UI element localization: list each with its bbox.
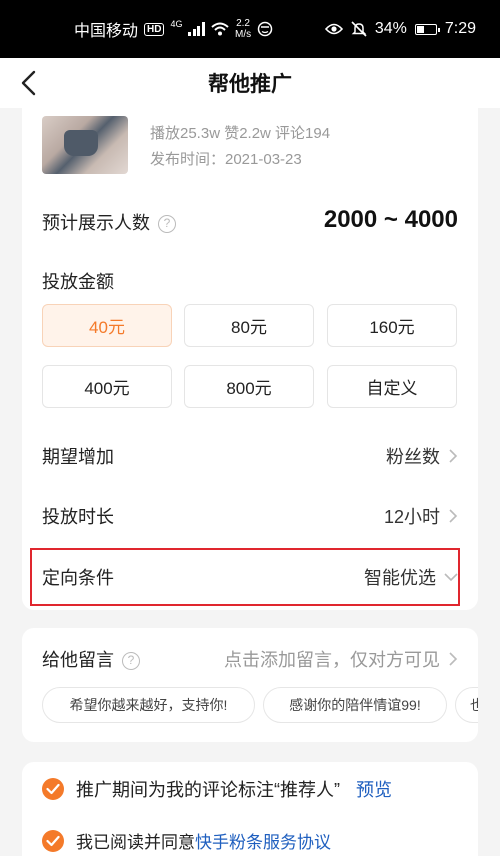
question-circle-icon[interactable]: ?	[122, 652, 140, 670]
message-row[interactable]: 给他留言? 点击添加留言，仅对方可见	[22, 637, 478, 681]
comment-tag-row[interactable]: 推广期间为我的评论标注“推荐人” 预览	[42, 776, 392, 802]
amount-option-400[interactable]: 400元	[42, 365, 172, 408]
duration-label: 投放时长	[42, 507, 114, 527]
video-thumbnail[interactable]	[42, 116, 128, 174]
message-chip[interactable]: 也	[455, 687, 478, 723]
face-icon	[257, 21, 273, 37]
agree-prefix: 我已阅读并同意	[76, 833, 195, 852]
signal-icon	[188, 22, 205, 36]
chevron-right-icon	[449, 652, 458, 666]
status-bar: 中国移动 HD 4G 2.2 M/s 34% 7:29	[0, 0, 500, 58]
battery-percent: 34%	[374, 20, 407, 37]
checkmark-icon[interactable]	[42, 778, 64, 800]
chevron-left-icon[interactable]	[14, 67, 46, 99]
duration-row[interactable]: 投放时长 12小时	[22, 494, 478, 538]
clock: 7:29	[444, 20, 476, 37]
targeting-highlight-box	[30, 548, 460, 606]
chevron-right-icon	[449, 509, 458, 523]
carrier-label: 中国移动	[74, 23, 139, 40]
preview-link[interactable]: 预览	[356, 776, 392, 802]
amount-option-40[interactable]: 40元	[42, 304, 172, 347]
service-agreement-link[interactable]: 快手粉条服务协议	[195, 828, 331, 853]
mute-icon	[351, 21, 367, 37]
video-stats: 播放25.3w 赞2.2w 评论194	[150, 125, 331, 142]
net-speed: 2.2 M/s	[234, 18, 252, 40]
battery-icon	[414, 23, 440, 35]
message-card: 给他留言? 点击添加留言，仅对方可见 希望你越来越好，支持你! 感谢你的陪伴情谊…	[22, 628, 478, 742]
amount-option-custom[interactable]: 自定义	[327, 365, 457, 408]
duration-value: 12小时	[383, 507, 440, 527]
wifi-icon	[211, 22, 229, 36]
chevron-right-icon	[449, 449, 458, 463]
nav-bar: 帮他推广	[0, 58, 500, 108]
audience-row: 预计展示人数?	[42, 209, 176, 235]
expected-gain-row[interactable]: 期望增加 粉丝数	[22, 434, 478, 478]
audience-range: 2000 ~ 4000	[323, 206, 458, 233]
audience-label: 预计展示人数	[42, 213, 150, 233]
hd-badge: HD	[144, 22, 165, 36]
page-title: 帮他推广	[208, 73, 292, 96]
eye-icon	[324, 22, 343, 36]
network-label: 4G	[170, 19, 183, 29]
comment-tag-label: 推广期间为我的评论标注“推荐人”	[76, 780, 340, 800]
agreement-card: 推广期间为我的评论标注“推荐人” 预览 我已阅读并同意 快手粉条服务协议	[22, 762, 478, 856]
message-label: 给他留言	[42, 650, 114, 670]
message-hint: 点击添加留言，仅对方可见	[224, 650, 440, 670]
expected-gain-label: 期望增加	[42, 447, 114, 467]
amount-label: 投放金额	[42, 272, 114, 292]
message-chip[interactable]: 希望你越来越好，支持你!	[42, 687, 255, 723]
amount-option-160[interactable]: 160元	[327, 304, 457, 347]
checkmark-icon[interactable]	[42, 829, 64, 852]
amount-option-800[interactable]: 800元	[184, 365, 314, 408]
amount-option-80[interactable]: 80元	[184, 304, 314, 347]
promotion-card: 播放25.3w 赞2.2w 评论194 发布时间：2021-03-23 预计展示…	[22, 108, 478, 610]
message-chip[interactable]: 感谢你的陪伴情谊99!	[263, 687, 447, 723]
agree-row[interactable]: 我已阅读并同意 快手粉条服务协议	[42, 828, 331, 853]
question-circle-icon[interactable]: ?	[158, 215, 176, 233]
video-publish-date: 发布时间：2021-03-23	[150, 151, 302, 168]
expected-gain-value: 粉丝数	[386, 447, 440, 467]
